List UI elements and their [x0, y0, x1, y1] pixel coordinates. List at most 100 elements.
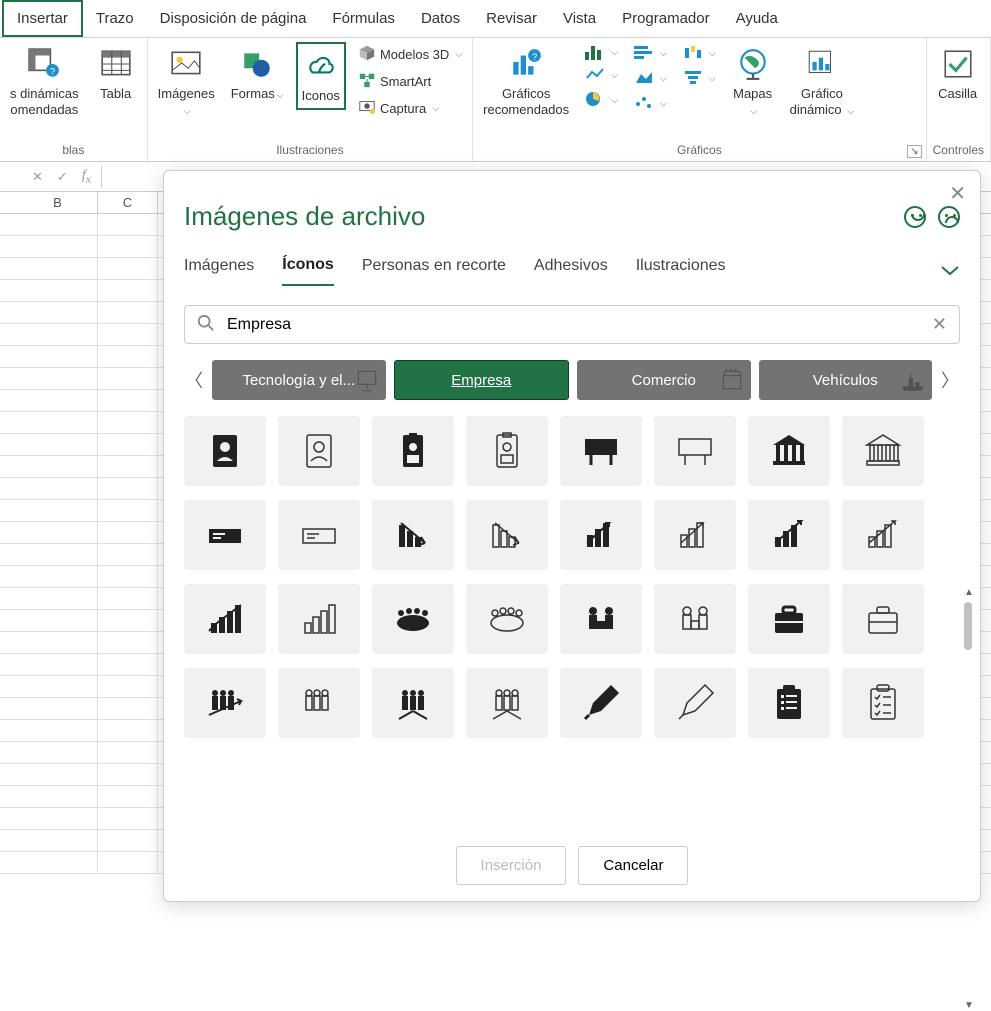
svg-text:?: ?: [532, 52, 537, 63]
icon-tile-pen-solid[interactable]: [560, 668, 642, 738]
tab-disposicion[interactable]: Disposición de página: [147, 2, 320, 35]
chart-line-button[interactable]: ⌵: [581, 64, 622, 87]
gallery-scrollbar[interactable]: ▲ ▼: [964, 587, 972, 1007]
icon-tile-bank-outline[interactable]: [842, 416, 924, 486]
icon-tile-badge-outline[interactable]: [466, 416, 548, 486]
casilla-button[interactable]: Casilla: [933, 42, 983, 106]
pivot-recommended-button[interactable]: ? s dinámicasomendadas: [6, 42, 83, 121]
category-vehiculos[interactable]: Vehículos: [759, 360, 933, 400]
dialog-tab-imagenes[interactable]: Imágenes: [184, 257, 254, 285]
category-tecnologia[interactable]: Tecnología y el...: [212, 360, 386, 400]
icon-tile-growth-solid[interactable]: [184, 584, 266, 654]
chart-bar-button[interactable]: ⌵: [630, 42, 671, 65]
search-clear-button[interactable]: ✕: [932, 314, 947, 335]
chart-pie-button[interactable]: ⌵: [581, 89, 622, 112]
graficos-recomendados-button[interactable]: ? Gráficosrecomendados: [479, 42, 573, 121]
category-empresa[interactable]: Empresa: [394, 360, 570, 400]
icon-tile-briefcase-outline[interactable]: [842, 584, 924, 654]
line-chart-icon: [585, 66, 605, 85]
icon-tile-team-outline[interactable]: [278, 668, 360, 738]
formas-label: Formas⌵: [231, 86, 284, 102]
dialog-tab-adhesivos[interactable]: Adhesivos: [534, 257, 608, 285]
ribbon-tabs: Insertar Trazo Disposición de página Fór…: [0, 0, 991, 38]
modelos3d-button[interactable]: Modelos 3D ⌵: [354, 42, 466, 67]
icon-tile-growth-outline[interactable]: [278, 584, 360, 654]
icon-tile-billboard-solid[interactable]: [560, 416, 642, 486]
icon-tile-interview-outline[interactable]: [654, 584, 736, 654]
chart-col-3: ⌵ ⌵: [679, 42, 720, 90]
icon-tile-clipboard-solid[interactable]: [748, 668, 830, 738]
icon-tile-badge-solid[interactable]: [372, 416, 454, 486]
icon-tile-pen-outline[interactable]: [654, 668, 736, 738]
icon-tile-meeting-outline[interactable]: [466, 584, 548, 654]
icon-tile-team-split-solid[interactable]: [372, 668, 454, 738]
icon-tile-cheque-solid[interactable]: [184, 500, 266, 570]
confirm-formula-button[interactable]: ✓: [53, 169, 72, 185]
icon-tile-bank-solid[interactable]: [748, 416, 830, 486]
category-comercio[interactable]: Comercio: [577, 360, 751, 400]
tab-insertar[interactable]: Insertar: [2, 0, 83, 37]
ribbon-group-controles: Casilla Controles: [927, 38, 991, 161]
grafico-dinamico-button[interactable]: Gráficodinámico ⌵: [786, 42, 858, 121]
smartart-button[interactable]: SmartArt: [354, 69, 466, 94]
feedback-happy-icon[interactable]: [904, 206, 926, 228]
icon-tile-clipboard-outline[interactable]: [842, 668, 924, 738]
icon-tile-cheque-outline[interactable]: [278, 500, 360, 570]
icon-tile-chart-down-outline[interactable]: [466, 500, 548, 570]
iconos-button[interactable]: Iconos: [296, 42, 346, 110]
icon-tile-billboard-outline[interactable]: [654, 416, 736, 486]
tab-formulas[interactable]: Fórmulas: [319, 2, 408, 35]
icon-tile-team-split-outline[interactable]: [466, 668, 548, 738]
chart-funnel-button[interactable]: ⌵: [679, 67, 720, 90]
captura-button[interactable]: Captura ⌵: [354, 96, 466, 121]
feedback-sad-icon[interactable]: [938, 206, 960, 228]
tab-datos[interactable]: Datos: [408, 2, 473, 35]
dialog-tab-iconos[interactable]: Íconos: [282, 256, 334, 286]
smartart-label: SmartArt: [380, 74, 431, 89]
tabla-button[interactable]: Tabla: [91, 42, 141, 106]
dialog-close-button[interactable]: ✕: [949, 181, 966, 206]
icon-tile-chart-down-solid[interactable]: [372, 500, 454, 570]
tab-vista[interactable]: Vista: [550, 2, 609, 35]
column-header-c[interactable]: C: [98, 192, 158, 213]
imagenes-button[interactable]: Imágenes⌵: [154, 42, 219, 121]
group-launcher-graficos[interactable]: ↘: [907, 145, 921, 158]
column-header-b[interactable]: B: [18, 192, 98, 213]
icon-tile-chart-up-solid[interactable]: [748, 500, 830, 570]
group-label-graficos: Gráficos: [479, 141, 920, 159]
formas-button[interactable]: Formas⌵: [227, 42, 288, 106]
area-chart-icon: [634, 69, 654, 88]
icon-tile-chart-trend-outline[interactable]: [654, 500, 736, 570]
tab-ayuda[interactable]: Ayuda: [723, 2, 791, 35]
ribbon: ? s dinámicasomendadas Tabla blas Imágen…: [0, 38, 991, 162]
cancel-button[interactable]: Cancelar: [578, 846, 688, 885]
mapas-button[interactable]: Mapas⌵: [728, 42, 778, 121]
icon-tile-team-arrow-solid[interactable]: [184, 668, 266, 738]
dialog-tab-ilustraciones[interactable]: Ilustraciones: [636, 257, 726, 285]
chart-waterfall-button[interactable]: ⌵: [679, 42, 720, 65]
fx-button[interactable]: fx: [78, 168, 95, 186]
category-prev-button[interactable]: 〈: [184, 367, 204, 393]
tabs-expand-button[interactable]: [940, 263, 960, 280]
tab-revisar[interactable]: Revisar: [473, 2, 550, 35]
dialog-tab-personas[interactable]: Personas en recorte: [362, 257, 506, 285]
tab-trazo[interactable]: Trazo: [83, 2, 147, 35]
icon-tile-contact-solid[interactable]: [184, 416, 266, 486]
search-input[interactable]: [227, 316, 920, 334]
icon-tile-briefcase-solid[interactable]: [748, 584, 830, 654]
screenshot-icon: [358, 98, 376, 119]
chart-area-button[interactable]: ⌵: [630, 67, 671, 90]
insert-button[interactable]: Inserción: [456, 846, 567, 885]
icon-tile-meeting-solid[interactable]: [372, 584, 454, 654]
category-next-button[interactable]: 〉: [940, 367, 960, 393]
icon-tile-contact-outline[interactable]: [278, 416, 360, 486]
tab-programador[interactable]: Programador: [609, 2, 723, 35]
chart-scatter-button[interactable]: ⌵: [630, 92, 671, 115]
chart-column-button[interactable]: ⌵: [581, 42, 622, 62]
icon-tile-chart-up-outline[interactable]: [842, 500, 924, 570]
cancel-formula-button[interactable]: ✕: [28, 169, 47, 185]
scatter-chart-icon: [634, 94, 654, 113]
icon-tile-chart-trend-solid[interactable]: [560, 500, 642, 570]
scroll-thumb[interactable]: [964, 602, 972, 650]
icon-tile-interview-solid[interactable]: [560, 584, 642, 654]
